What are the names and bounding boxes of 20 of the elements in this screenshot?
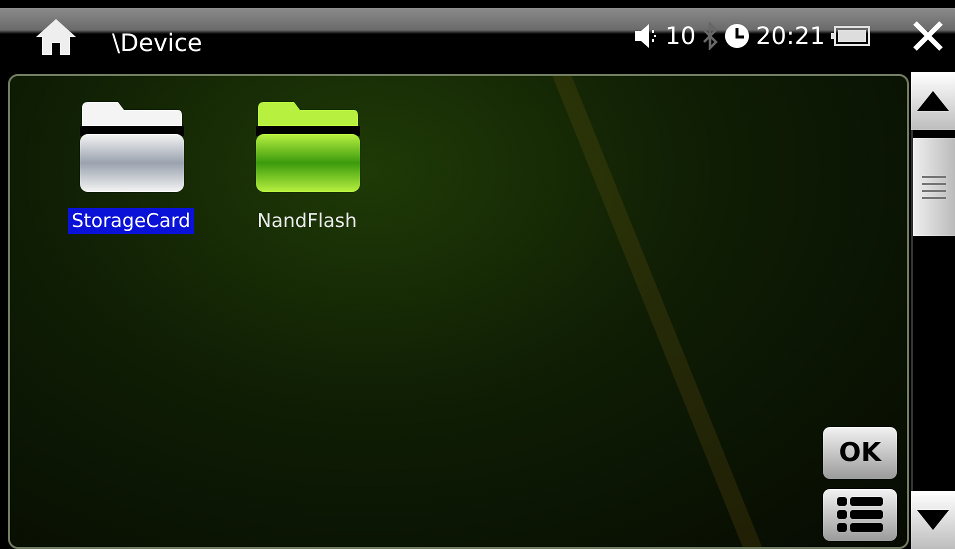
path-title: \Device [112, 28, 204, 57]
ok-button[interactable]: OK [823, 427, 897, 479]
folder-icon[interactable] [254, 102, 360, 192]
list-view-button[interactable] [823, 489, 897, 541]
folder-icon[interactable] [78, 102, 184, 192]
up-arrow-icon [915, 89, 951, 113]
folder-label[interactable]: StorageCard [68, 208, 194, 234]
folder-label[interactable]: NandFlash [253, 208, 361, 234]
close-icon[interactable] [911, 19, 945, 53]
scroll-down-button[interactable] [911, 491, 955, 549]
bluetooth-icon [702, 22, 718, 50]
battery-icon [831, 26, 871, 46]
scroll-up-button[interactable] [911, 72, 955, 130]
list-icon [835, 497, 885, 533]
home-icon[interactable] [34, 17, 78, 55]
down-arrow-icon [915, 508, 951, 532]
scroll-thumb[interactable] [913, 138, 955, 236]
clock-icon [724, 23, 750, 49]
clock-time: 20:21 [756, 22, 825, 50]
volume-level: 10 [665, 22, 696, 50]
